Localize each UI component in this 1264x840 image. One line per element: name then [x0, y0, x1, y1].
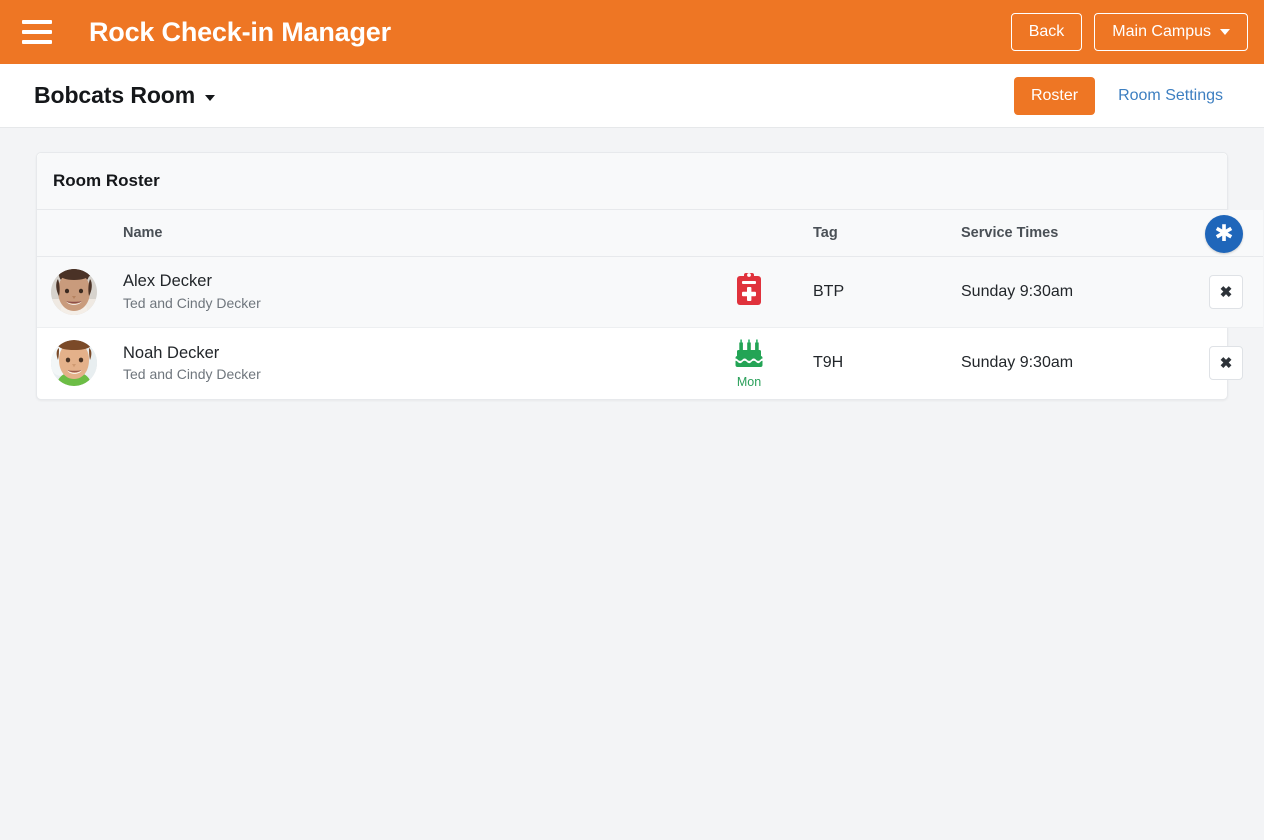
action-cell: ✖ — [1189, 256, 1263, 328]
girl-photo-avatar — [51, 269, 97, 315]
room-name-label: Bobcats Room — [34, 82, 196, 108]
room-subheader: Bobcats Room Roster Room Settings — [0, 64, 1264, 128]
tag-value: T9H — [813, 354, 844, 372]
avatar-cell — [37, 256, 123, 328]
table-header-row: Name Tag Service Times — [37, 210, 1263, 257]
column-header-icons — [685, 210, 813, 257]
room-roster-card: ✱ Room Roster Name Tag Service Times Ale… — [36, 152, 1263, 400]
person-parents: Ted and Cindy Decker — [123, 295, 261, 312]
service-times-cell: Sunday 9:30am — [961, 328, 1189, 399]
person-parents: Ted and Cindy Decker — [123, 366, 261, 383]
roster-table: Name Tag Service Times Alex Decker Ted a… — [37, 210, 1263, 399]
asterisk-glyph: ✱ — [1214, 219, 1234, 246]
caret-down-icon — [1220, 29, 1230, 35]
service-times-value: Sunday 9:30am — [961, 354, 1074, 372]
person-name: Noah Decker — [123, 343, 220, 362]
asterisk-icon[interactable]: ✱ — [1205, 215, 1243, 253]
icons-cell: Mon — [685, 328, 813, 399]
tab-roster[interactable]: Roster — [1013, 76, 1096, 115]
column-header-name: Name — [123, 210, 685, 257]
roster-table-head: Name Tag Service Times — [37, 210, 1263, 257]
campus-selector-button[interactable]: Main Campus — [1094, 13, 1248, 51]
app-header: Rock Check-in Manager Back Main Campus — [0, 0, 1264, 64]
service-times-cell: Sunday 9:30am — [961, 256, 1189, 328]
medical-clipboard-icon — [736, 272, 762, 311]
table-row: Alex Decker Ted and Cindy Decker BTP Sun… — [37, 256, 1263, 328]
boy-photo-avatar — [51, 340, 97, 387]
name-cell: Alex Decker Ted and Cindy Decker — [123, 256, 685, 328]
remove-person-button[interactable]: ✖ — [1209, 346, 1243, 381]
icon-caption: Mon — [736, 375, 762, 389]
column-header-service-times: Service Times — [961, 210, 1189, 257]
card-title: Room Roster — [53, 171, 160, 190]
app-title: Rock Check-in Manager — [89, 16, 391, 47]
avatar-cell — [37, 328, 123, 399]
header-actions: Back Main Campus — [1010, 13, 1248, 51]
tab-room-settings[interactable]: Room Settings — [1101, 77, 1240, 115]
service-times-value: Sunday 9:30am — [961, 283, 1074, 300]
column-header-avatar — [37, 210, 123, 257]
tag-cell: BTP — [813, 256, 961, 328]
caret-down-icon — [205, 94, 216, 101]
tag-value: BTP — [813, 283, 845, 300]
card-header: Room Roster — [37, 153, 1227, 210]
campus-selector-label: Main Campus — [1112, 23, 1211, 41]
table-row: Noah Decker Ted and Cindy Decker Mon T9H… — [37, 328, 1263, 399]
room-selector[interactable]: Bobcats Room — [34, 82, 216, 109]
tag-cell: T9H — [813, 328, 961, 399]
main-content: ✱ Room Roster Name Tag Service Times Ale… — [0, 128, 1264, 424]
back-button[interactable]: Back — [1010, 13, 1083, 51]
name-cell: Noah Decker Ted and Cindy Decker — [123, 328, 685, 399]
room-tabs: Roster Room Settings — [1013, 76, 1240, 115]
hamburger-menu-icon[interactable] — [22, 20, 52, 44]
action-cell: ✖ — [1189, 328, 1263, 399]
person-name: Alex Decker — [123, 272, 212, 291]
roster-table-body: Alex Decker Ted and Cindy Decker BTP Sun… — [37, 256, 1263, 399]
icons-cell — [685, 256, 813, 328]
birthday-cake-icon — [734, 338, 764, 375]
remove-person-button[interactable]: ✖ — [1209, 275, 1243, 309]
column-header-tag: Tag — [813, 210, 961, 257]
